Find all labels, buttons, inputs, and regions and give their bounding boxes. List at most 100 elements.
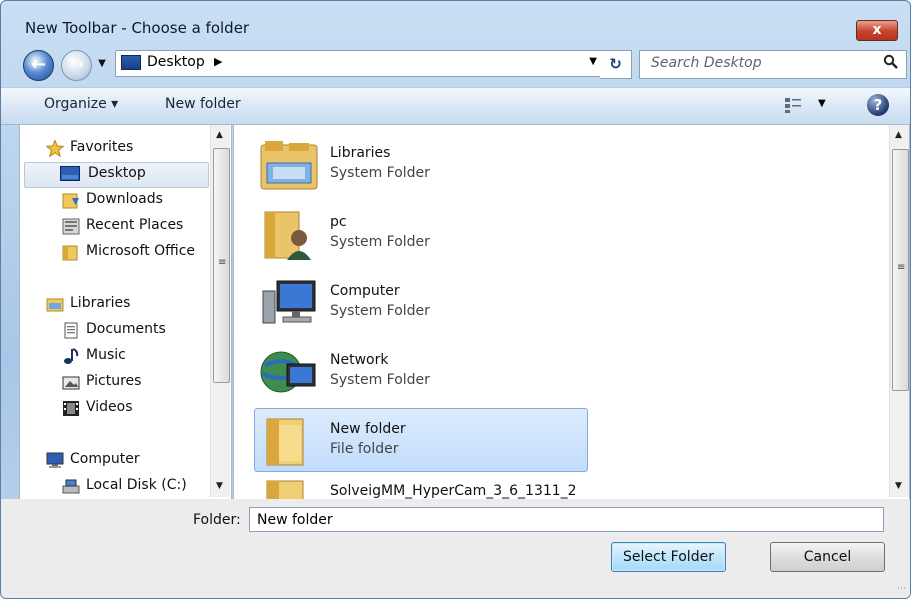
scroll-down-icon[interactable]: ▼ [216,481,223,491]
documents-icon [62,322,80,339]
sidebar-item-label: Documents [86,321,166,337]
file-name: SolveigMM_HyperCam_3_6_1311_2 [330,483,577,499]
scroll-down-icon[interactable]: ▼ [895,481,902,491]
new-folder-button[interactable]: New folder [165,96,241,112]
file-list: Libraries System Folder pc System Folder… [233,124,910,500]
sidebar-item-pictures[interactable]: Pictures [62,371,212,395]
sidebar-item-libraries[interactable]: Libraries [46,293,206,317]
list-item[interactable]: SolveigMM_HyperCam_3_6_1311_2 [254,470,588,499]
list-item[interactable]: pc System Folder [254,201,588,265]
list-item[interactable]: New folder File folder [254,408,588,472]
sidebar-item-computer[interactable]: Computer [46,449,206,473]
user-folder-icon [259,208,319,260]
address-dropdown-icon[interactable]: ▼ [589,56,597,67]
list-item[interactable]: Network System Folder [254,339,588,403]
select-folder-button[interactable]: Select Folder [611,542,726,572]
libraries-folder-icon [259,139,319,191]
sidebar-item-label: Favorites [70,139,134,155]
computer-icon [46,452,64,469]
scroll-thumb[interactable]: ≡ [892,149,909,391]
sidebar-item-downloads[interactable]: Downloads [62,189,212,213]
navigation-bar: ← → ▼ Desktop ▶ ▼ ↻ Search Desktop [1,45,910,81]
file-type: File folder [330,441,399,457]
scroll-up-icon[interactable]: ▲ [216,130,223,140]
organize-button[interactable]: Organize ▾ [44,96,118,112]
file-list-scrollbar[interactable]: ▲ ≡ ▼ [889,125,909,497]
views-icon[interactable] [784,96,802,114]
navigation-scrollbar[interactable]: ▲ ≡ ▼ [210,125,230,497]
folder-icon [259,415,319,467]
address-location[interactable]: Desktop [147,54,205,70]
sidebar-item-videos[interactable]: Videos [62,397,212,421]
window-title: New Toolbar - Choose a folder [25,19,250,37]
title-bar: New Toolbar - Choose a folder x [1,1,910,43]
list-item[interactable]: Computer System Folder [254,270,588,334]
file-type: System Folder [330,372,430,388]
pictures-icon [62,374,80,391]
sidebar-item-label: Recent Places [86,217,184,233]
cancel-button[interactable]: Cancel [770,542,885,572]
file-type: System Folder [330,165,430,181]
videos-icon [62,400,80,417]
libraries-icon [46,296,64,313]
help-icon[interactable]: ? [867,94,889,116]
folder-icon [259,477,319,499]
file-name: pc [330,214,347,230]
sidebar-item-label: Pictures [86,373,142,389]
sidebar-item-label: Microsoft Office [86,243,196,259]
grip-icon: ≡ [218,257,227,268]
breadcrumb-arrow-icon[interactable]: ▶ [214,55,222,68]
recent-places-icon [62,218,80,235]
file-type: System Folder [330,234,430,250]
file-name: Network [330,352,389,368]
sidebar-item-documents[interactable]: Documents [62,319,212,343]
sidebar-item-local-disk[interactable]: Local Disk (C:) [62,475,212,499]
network-icon [259,346,319,398]
refresh-icon: ↻ [609,55,622,73]
back-button[interactable]: ← [23,50,54,81]
music-icon [62,348,80,365]
sidebar-item-microsoft-office[interactable]: Microsoft Office [62,241,212,265]
list-item[interactable]: Libraries System Folder [254,132,588,196]
forward-button[interactable]: → [61,50,92,81]
sidebar-item-label: Libraries [70,295,131,311]
sidebar-item-label: Computer [70,451,140,467]
views-dropdown-icon[interactable]: ▼ [818,98,826,109]
computer-icon [259,277,319,329]
search-input[interactable]: Search Desktop [639,50,907,79]
address-bar[interactable]: Desktop ▶ ▼ [115,50,604,77]
history-dropdown-icon[interactable]: ▼ [96,57,108,71]
file-name: New folder [330,421,406,437]
desktop-icon [60,166,80,183]
scroll-up-icon[interactable]: ▲ [895,130,902,140]
folder-name-input[interactable]: New folder [249,507,884,532]
downloads-icon [62,192,80,209]
folder-icon [62,244,80,261]
refresh-button[interactable]: ↻ [600,50,632,79]
close-button[interactable]: x [856,20,898,41]
sidebar-item-label: Videos [86,399,133,415]
dialog-footer: Folder: New folder Select Folder Cancel … [1,499,910,598]
file-name: Libraries [330,145,391,161]
folder-label: Folder: [193,512,241,528]
search-placeholder: Search Desktop [651,55,762,71]
local-disk-icon [62,478,80,495]
sidebar-item-recent-places[interactable]: Recent Places [62,215,212,239]
file-type: System Folder [330,303,430,319]
dialog-window: New Toolbar - Choose a folder x ← → ▼ De… [0,0,911,599]
search-icon[interactable] [883,54,899,74]
resize-grip-icon[interactable]: ⋯ [897,584,906,594]
desktop-icon [121,55,141,70]
sidebar-item-music[interactable]: Music [62,345,212,369]
sidebar-item-desktop[interactable]: Desktop [24,162,209,188]
sidebar-item-label: Local Disk (C:) [86,477,187,493]
star-icon [45,139,65,158]
command-toolbar: Organize ▾ New folder ▼ ? [1,87,910,125]
sidebar-item-label: Desktop [88,165,146,181]
scroll-thumb[interactable]: ≡ [213,148,230,383]
file-name: Computer [330,283,400,299]
sidebar-item-label: Music [86,347,126,363]
navigation-pane: Favorites Desktop Downloads Recent Place… [19,124,232,500]
sidebar-item-favorites[interactable]: Favorites [45,137,206,161]
sidebar-item-label: Downloads [86,191,163,207]
